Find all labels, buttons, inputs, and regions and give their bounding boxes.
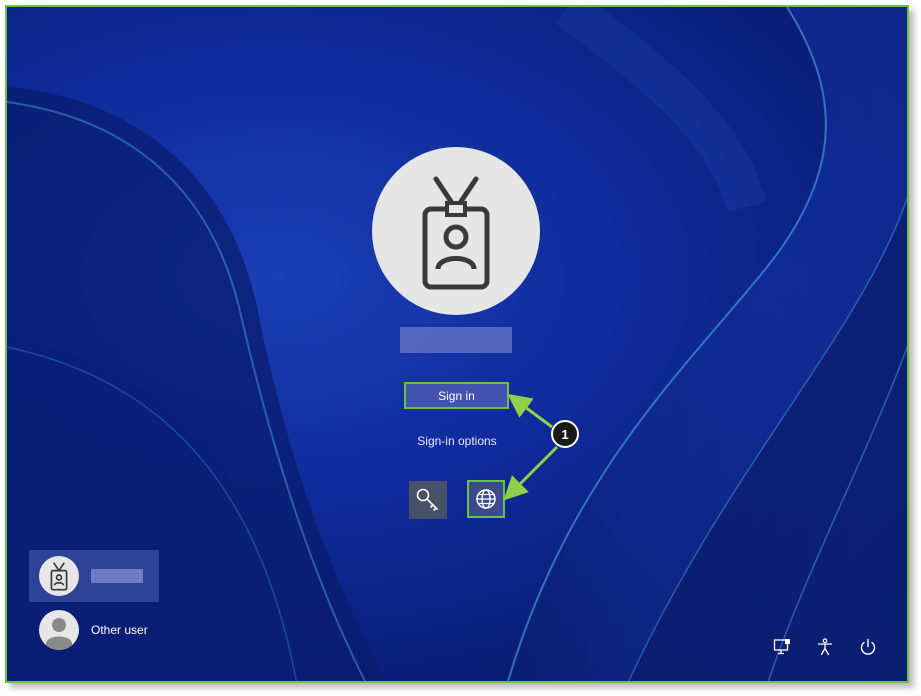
key-icon — [416, 488, 438, 511]
user-tile-avatar — [39, 556, 79, 596]
callout-badge: 1 — [551, 420, 579, 448]
id-badge-icon — [50, 562, 68, 591]
network-button[interactable] — [770, 635, 794, 659]
username-redacted — [400, 327, 512, 353]
globe-icon — [476, 489, 496, 509]
id-badge-icon — [422, 176, 490, 290]
web-sign-in-option[interactable] — [467, 480, 505, 518]
person-icon — [46, 618, 72, 650]
network-icon — [773, 639, 790, 655]
other-user-label: Other user — [91, 623, 148, 637]
lock-screen: Sign in Sign-in options 1 Other user — [5, 5, 909, 683]
power-button[interactable] — [856, 635, 880, 659]
sign-in-button[interactable]: Sign in — [404, 382, 509, 409]
user-tile-name-redacted — [91, 569, 143, 583]
other-user-avatar — [39, 610, 79, 650]
other-user-tile[interactable]: Other user — [29, 607, 148, 653]
accessibility-button[interactable] — [813, 635, 837, 659]
power-icon — [860, 638, 876, 655]
security-key-option[interactable] — [409, 481, 447, 519]
user-avatar — [372, 147, 540, 315]
accessibility-icon — [817, 638, 833, 656]
sign-in-options-link[interactable]: Sign-in options — [387, 434, 527, 448]
user-tile-selected[interactable] — [29, 550, 159, 602]
